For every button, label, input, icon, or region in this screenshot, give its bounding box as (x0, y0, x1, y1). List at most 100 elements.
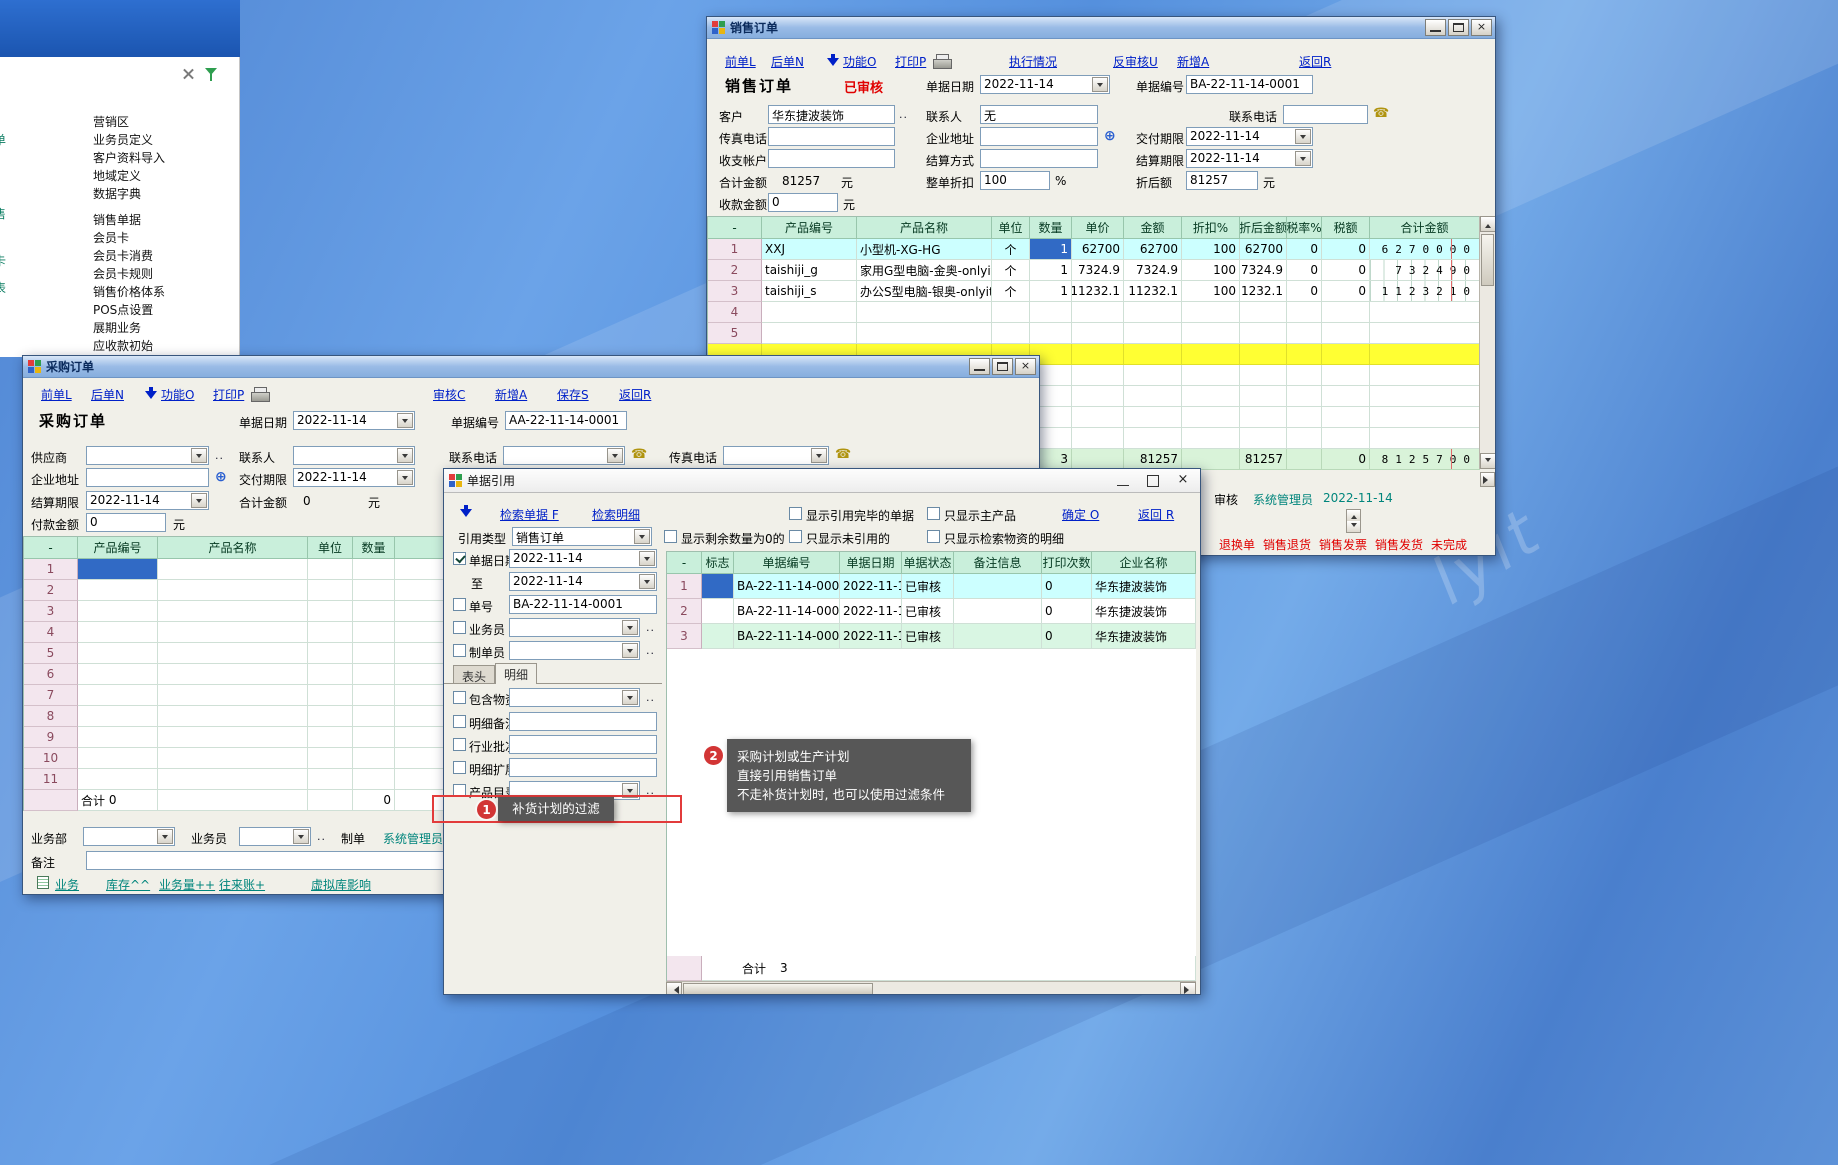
doc-no-field[interactable]: BA-22-11-14-0001 (509, 595, 657, 614)
tab-header[interactable]: 表头 (453, 665, 495, 684)
settle-term-field[interactable]: 2022-11-14 (1186, 149, 1313, 168)
ok-button[interactable]: 确定 O (1062, 506, 1099, 523)
batch-field[interactable] (509, 735, 657, 754)
fax-field[interactable] (768, 127, 895, 146)
doc-date-field[interactable]: 2022-11-14 (980, 75, 1110, 94)
doc-date-field[interactable]: 2022-11-14 (293, 411, 415, 430)
menu-item[interactable]: 销售价格体系 (93, 283, 165, 300)
back-button[interactable]: 返回R (1299, 53, 1331, 70)
dropdown-arrow-icon[interactable] (622, 690, 638, 705)
dropdown-arrow-icon[interactable] (397, 413, 413, 428)
globe-icon[interactable]: ⊕ (215, 469, 227, 485)
business-link[interactable]: 业务 (55, 876, 79, 893)
checkbox-main-only[interactable] (927, 507, 940, 520)
maximize-button[interactable] (1139, 471, 1167, 491)
table-row[interactable]: 3 taishiji_s 办公S型电脑-银奥-onlyit 个 1 11232.… (708, 281, 1480, 302)
checkbox-detail-note[interactable] (453, 715, 466, 728)
sales-delivery-button[interactable]: 销售发货 (1375, 536, 1423, 553)
deliver-date-field[interactable]: 2022-11-14 (1186, 127, 1313, 146)
customer-more-button[interactable]: .. (899, 108, 908, 121)
checkbox-show-used-up[interactable] (789, 507, 802, 520)
sales-titlebar[interactable]: 销售订单 × (707, 17, 1495, 39)
checkbox-batch[interactable] (453, 738, 466, 751)
received-field[interactable]: 0 (768, 193, 838, 212)
minimize-button[interactable] (969, 358, 990, 375)
phone-icon[interactable]: ☎ (1373, 106, 1389, 121)
unaudit-button[interactable]: 反审核U (1113, 53, 1158, 70)
pay-field[interactable]: 0 (86, 513, 166, 532)
back-button[interactable]: 返回R (619, 386, 651, 403)
menu-item[interactable]: 数据字典 (93, 185, 141, 202)
account-field[interactable] (768, 149, 895, 168)
back-button[interactable]: 返回 R (1138, 506, 1174, 523)
scrollbar-thumb[interactable] (1481, 234, 1494, 286)
print-button[interactable]: 打印P (895, 53, 926, 70)
include-more-button[interactable]: .. (646, 691, 655, 704)
audit-button[interactable]: 审核C (433, 386, 465, 403)
supplier-more-button[interactable]: .. (215, 449, 224, 462)
settle-term-field[interactable]: 2022-11-14 (86, 491, 209, 510)
scroll-up-button[interactable] (1480, 216, 1496, 232)
menu-item[interactable]: 应收款初始 (93, 337, 153, 354)
dropdown-arrow-icon[interactable] (634, 529, 650, 544)
scroll-right-button[interactable] (1480, 472, 1495, 487)
checkbox-zero-left[interactable] (664, 530, 677, 543)
next-doc-button[interactable]: 后单N (771, 53, 804, 70)
search-doc-button[interactable]: 检索单据 F (500, 506, 559, 523)
checkbox-detail-ext[interactable] (453, 761, 466, 774)
close-button[interactable]: × (1471, 19, 1492, 36)
scroll-left-button[interactable] (666, 982, 682, 995)
virtual-stock-link[interactable]: 虚拟库影响 (311, 876, 371, 893)
maker-more-button[interactable]: .. (646, 644, 655, 657)
menu-item[interactable]: 展期业务 (93, 319, 141, 336)
ref-type-select[interactable]: 销售订单 (512, 527, 652, 546)
tab-detail[interactable]: 明细 (495, 663, 537, 684)
save-button[interactable]: 保存S (557, 386, 589, 403)
record-spinner[interactable] (1346, 509, 1361, 533)
menu-item[interactable]: 会员卡规则 (93, 265, 153, 282)
cell-qty-selected[interactable]: 1 (1030, 239, 1072, 260)
date-from-field[interactable]: 2022-11-14 (509, 549, 657, 568)
checkbox-searched-only[interactable] (927, 530, 940, 543)
purchase-titlebar[interactable]: 采购订单 × (23, 356, 1039, 378)
address-field[interactable] (86, 468, 209, 487)
menu-item[interactable]: 销售单据 (93, 211, 141, 228)
phone-icon[interactable]: ☎ (835, 447, 851, 462)
detail-ext-field[interactable] (509, 758, 657, 777)
clerk-field[interactable] (239, 827, 311, 846)
date-to-field[interactable]: 2022-11-14 (509, 572, 657, 591)
volume-link[interactable]: 业务量++ (159, 876, 215, 893)
add-button[interactable]: 新增A (495, 386, 527, 403)
menu-item[interactable]: POS点设置 (93, 301, 153, 318)
dropdown-arrow-icon[interactable] (191, 448, 207, 463)
checkbox-date[interactable] (453, 552, 466, 565)
next-doc-button[interactable]: 后单N (91, 386, 124, 403)
minimize-button[interactable] (1109, 471, 1137, 491)
phone-field[interactable] (503, 446, 625, 465)
cell-code-selected[interactable] (78, 559, 158, 580)
stock-link[interactable]: 库存^^ (106, 876, 150, 893)
dropdown-arrow-icon[interactable] (1092, 77, 1108, 92)
scrollbar-thumb[interactable] (683, 983, 873, 995)
menu-item[interactable]: 地域定义 (93, 167, 141, 184)
dropdown-arrow-icon[interactable] (607, 448, 623, 463)
dropdown-arrow-icon[interactable] (191, 493, 207, 508)
function-button[interactable]: 功能O (843, 53, 876, 70)
detail-note-field[interactable] (509, 712, 657, 731)
discount-field[interactable]: 100 (980, 171, 1050, 190)
scroll-down-button[interactable] (1480, 453, 1496, 469)
after-discount-field[interactable]: 81257 (1186, 171, 1258, 190)
sales-invoice-button[interactable]: 销售发票 (1319, 536, 1367, 553)
search-detail-button[interactable]: 检索明细 (592, 506, 640, 523)
clerk-field[interactable] (509, 618, 640, 637)
dialog-titlebar[interactable]: 单据引用 × (444, 469, 1200, 493)
checkbox-doc-no[interactable] (453, 598, 466, 611)
dropdown-arrow-icon[interactable] (639, 551, 655, 566)
dropdown-arrow-icon[interactable] (811, 448, 827, 463)
table-row[interactable]: 5 (708, 323, 1480, 344)
dropdown-arrow-icon[interactable] (622, 620, 638, 635)
close-button[interactable]: × (1169, 471, 1197, 491)
prev-doc-button[interactable]: 前单L (41, 386, 72, 403)
include-field[interactable] (509, 688, 640, 707)
function-button[interactable]: 功能O (161, 386, 194, 403)
